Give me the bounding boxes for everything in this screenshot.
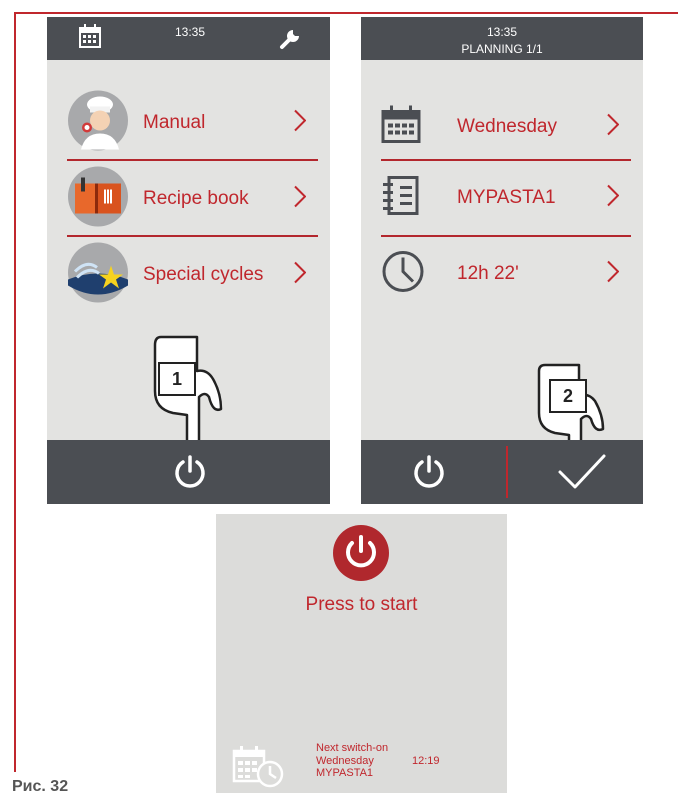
menu-item-manual[interactable]: Manual	[67, 88, 318, 158]
step-number: 1	[158, 362, 196, 396]
chevron-right-icon	[294, 185, 307, 213]
calendar-clock-icon	[232, 746, 284, 793]
recipe-list-icon	[381, 176, 421, 221]
clock-icon	[381, 250, 425, 299]
top-bar: 13:35	[47, 17, 330, 60]
special-cycles-icon	[67, 242, 129, 309]
top-bar: 13:35 PLANNING 1/1	[361, 17, 643, 60]
chevron-right-icon	[607, 184, 620, 212]
figure-frame-left	[14, 12, 16, 772]
chef-icon	[67, 90, 129, 157]
step-number: 2	[549, 379, 587, 413]
menu-item-recipe-book[interactable]: Recipe book	[67, 164, 318, 234]
menu-divider	[67, 235, 318, 237]
clock-time: 13:35	[486, 25, 518, 39]
wrench-icon[interactable]	[279, 26, 303, 55]
menu-item-label: Recipe book	[143, 188, 249, 209]
chevron-right-icon	[294, 261, 307, 289]
next-switch-on-title: Next switch-on	[316, 742, 389, 754]
menu-divider	[67, 159, 318, 161]
chevron-right-icon	[607, 113, 620, 141]
menu-item-label: Special cycles	[143, 264, 264, 285]
recipe-book-icon	[67, 166, 129, 233]
planning-recipe-label: MYPASTA1	[457, 187, 556, 208]
menu-divider	[381, 235, 631, 237]
clock-time: 13:35	[175, 25, 206, 39]
power-start-button[interactable]	[332, 524, 390, 587]
planning-time-label: 12h 22'	[457, 263, 519, 284]
power-button[interactable]	[172, 454, 208, 495]
figure-label: Рис. 32	[12, 778, 69, 795]
planning-title: PLANNING 1/1	[461, 42, 543, 56]
start-screen: Press to start Next switch-on Wednesday …	[216, 514, 507, 793]
planning-day[interactable]: Wednesday	[381, 92, 631, 162]
figure-frame-top	[14, 12, 678, 14]
next-switch-on-time: 12:19	[412, 755, 440, 767]
calendar-icon[interactable]	[79, 24, 101, 53]
next-switch-on-day: Wednesday	[316, 755, 374, 767]
bottom-bar	[361, 440, 643, 504]
power-button[interactable]	[411, 454, 447, 495]
menu-item-label: Manual	[143, 112, 206, 133]
planning-day-label: Wednesday	[457, 116, 557, 137]
chevron-right-icon	[607, 260, 620, 288]
bar-divider	[506, 446, 508, 498]
main-menu-screen: 13:35 Manual Recipe book Special cycles …	[47, 17, 330, 504]
menu-item-special-cycles[interactable]: Special cycles	[67, 240, 318, 310]
bottom-bar	[47, 440, 330, 504]
planning-recipe[interactable]: MYPASTA1	[381, 163, 631, 233]
planning-screen: 13:35 PLANNING 1/1 Wednesday MYPASTA1 12…	[361, 17, 643, 504]
chevron-right-icon	[294, 109, 307, 137]
menu-divider	[381, 159, 631, 161]
planning-time[interactable]: 12h 22'	[381, 239, 631, 309]
next-switch-on-recipe: MYPASTA1	[316, 767, 374, 779]
press-to-start-label: Press to start	[305, 594, 418, 615]
confirm-check-button[interactable]	[557, 452, 607, 497]
calendar-icon	[381, 105, 421, 149]
